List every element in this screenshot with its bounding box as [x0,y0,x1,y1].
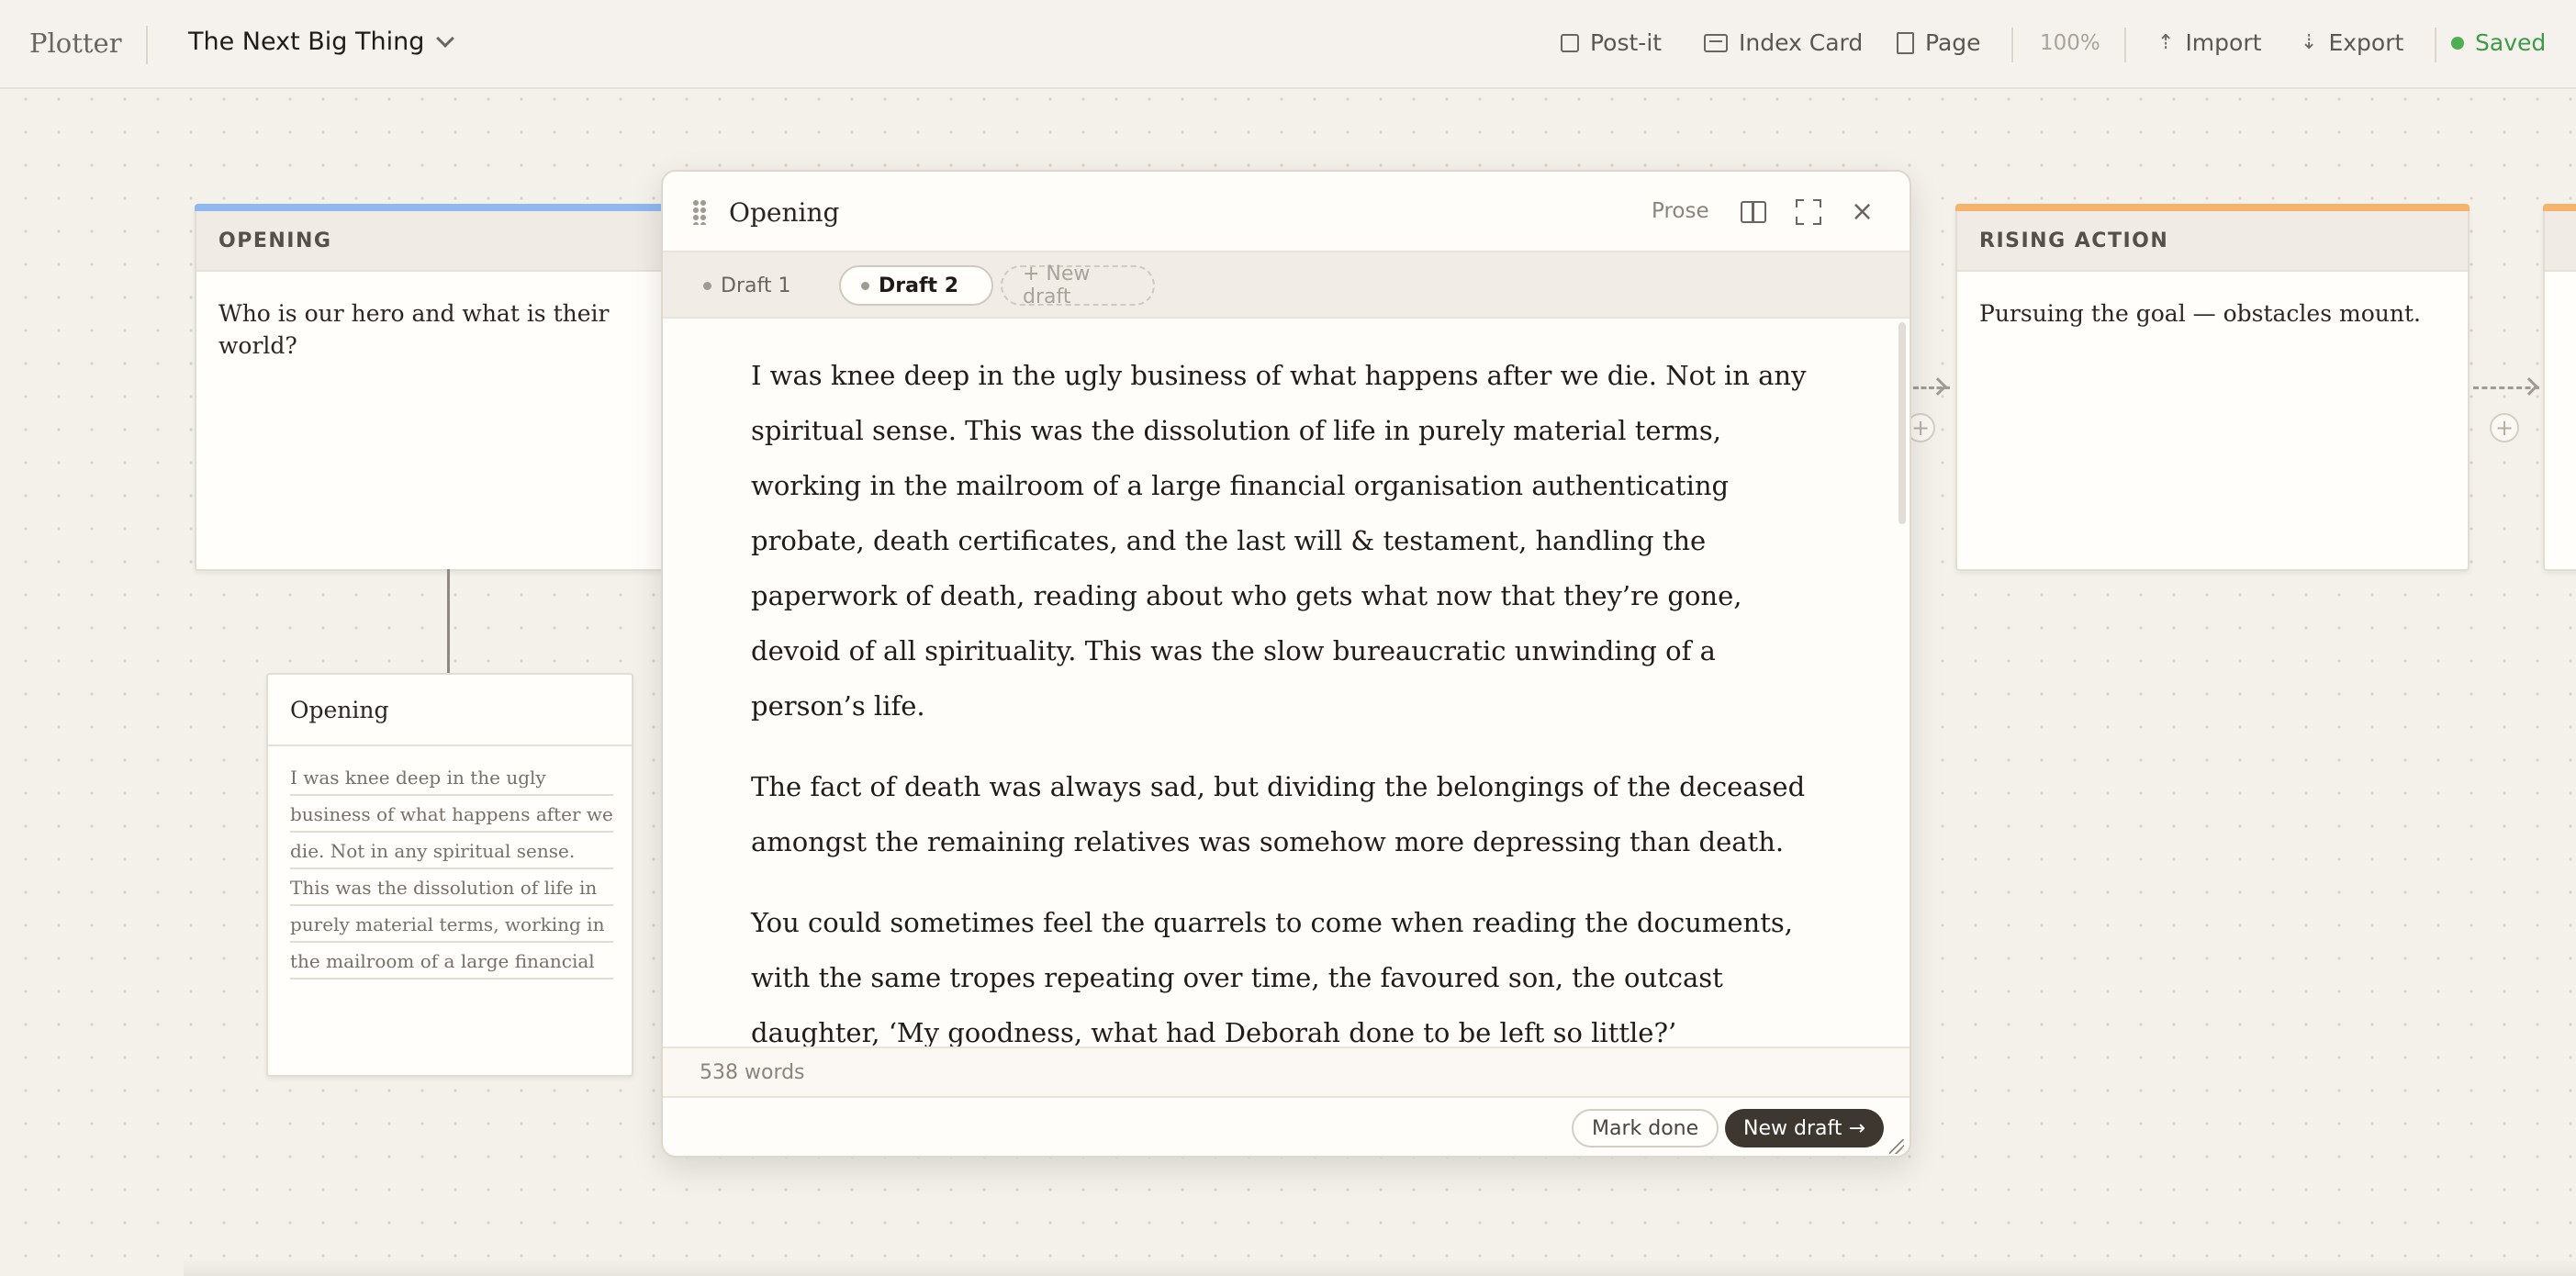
scene-title: Opening [290,697,389,723]
word-count: 538 words [700,1061,805,1084]
tab-label: Draft 2 [879,274,959,297]
scrollbar[interactable] [1898,322,1906,524]
divider [2124,28,2126,62]
close-icon[interactable]: × [1851,196,1874,228]
import-button[interactable]: ⇡ Import [2157,29,2261,56]
act-scene-connector [447,569,450,674]
act-description: Who is our hero and what is their world? [218,300,610,359]
export-label: Export [2328,29,2404,56]
act-color-bar [195,204,672,211]
status-label: Saved [2475,29,2547,56]
scene-editor: Opening Prose × Draft 1 Draft 2 + New dr… [661,170,1911,1158]
arrow-head-icon [2520,377,2538,396]
import-label: Import [2185,29,2262,56]
export-button[interactable]: ⇣ Export [2301,29,2403,56]
postit-label: Post-it [1590,29,1663,56]
page-button[interactable]: Page [1897,29,1981,56]
new-draft-button[interactable]: New draft → [1725,1109,1884,1147]
editor-body[interactable]: I was knee deep in the ugly business of … [663,319,1910,1047]
act-description: Pursuing the goal — obstacles mount. [1979,300,2421,327]
tab-draft-2[interactable]: Draft 2 [839,265,993,306]
divider [146,26,148,64]
paragraph: The fact of death was always sad, but di… [751,771,1806,857]
draft-tabs: Draft 1 Draft 2 + New draft [663,252,1910,319]
save-status: Saved [2451,29,2546,56]
prose-mode-toggle[interactable]: Prose [1652,199,1709,223]
scene-card[interactable]: Opening I was knee deep in the ugly busi… [266,673,633,1077]
editor-actions: Mark done New draft → [663,1098,1910,1156]
drag-handle-icon[interactable] [692,199,707,225]
resize-handle-icon[interactable] [1889,1139,1904,1154]
zoom-level[interactable]: 100% [2040,31,2100,55]
scene-excerpt: I was knee deep in the ugly business of … [290,759,613,979]
act-card-opening[interactable]: OPENING Who is our hero and what is thei… [195,204,672,571]
postit-icon [1561,33,1579,52]
postit-button[interactable]: Post-it [1561,29,1662,56]
split-view-icon[interactable] [1741,201,1766,223]
new-draft-tab[interactable]: + New draft [1001,263,1155,308]
page-label: Page [1925,29,1981,56]
index-card-label: Index Card [1739,29,1864,56]
divider [2435,28,2436,62]
act-header: OPENING [196,211,670,272]
act-color-bar [1955,204,2470,211]
mark-done-button[interactable]: Mark done [1572,1109,1719,1147]
index-card-icon [1704,33,1728,52]
editor-footer: 538 words [663,1047,1910,1098]
divider [268,744,632,746]
index-card-button[interactable]: Index Card [1704,29,1863,56]
editor-title: Opening [729,197,840,228]
canvas-shade [184,1258,2576,1276]
divider [2011,28,2013,62]
paragraph: You could sometimes feel the quarrels to… [751,907,1793,1047]
act-card-next[interactable] [2543,204,2576,571]
act-color-bar [2543,204,2576,211]
add-act-icon[interactable]: + [2490,413,2519,442]
arrow-head-icon [1929,377,1947,396]
project-selector[interactable]: The Next Big Thing [188,28,455,56]
editor-header: Opening Prose × [663,172,1910,252]
tab-label: Draft 1 [721,274,791,297]
draft-dot-icon [703,281,711,290]
tab-draft-1[interactable]: Draft 1 [683,265,811,306]
act-card-rising-action[interactable]: RISING ACTION Pursuing the goal — obstac… [1955,204,2470,571]
draft-dot-icon [861,281,869,290]
act-header [2545,211,2576,272]
chevron-down-icon [436,28,455,48]
export-icon: ⇣ [2301,31,2318,54]
act-header: RISING ACTION [1957,211,2468,272]
project-title: The Next Big Thing [188,28,425,56]
app-brand: Plotter [29,28,122,59]
prose-text[interactable]: I was knee deep in the ugly business of … [751,348,1807,1047]
status-dot-icon [2451,36,2464,50]
import-icon: ⇡ [2157,31,2175,54]
top-bar: Plotter The Next Big Thing Post-it Index… [0,0,2576,89]
fullscreen-icon[interactable] [1796,199,1821,225]
paragraph: I was knee deep in the ugly business of … [751,360,1807,722]
page-icon [1897,31,1914,54]
